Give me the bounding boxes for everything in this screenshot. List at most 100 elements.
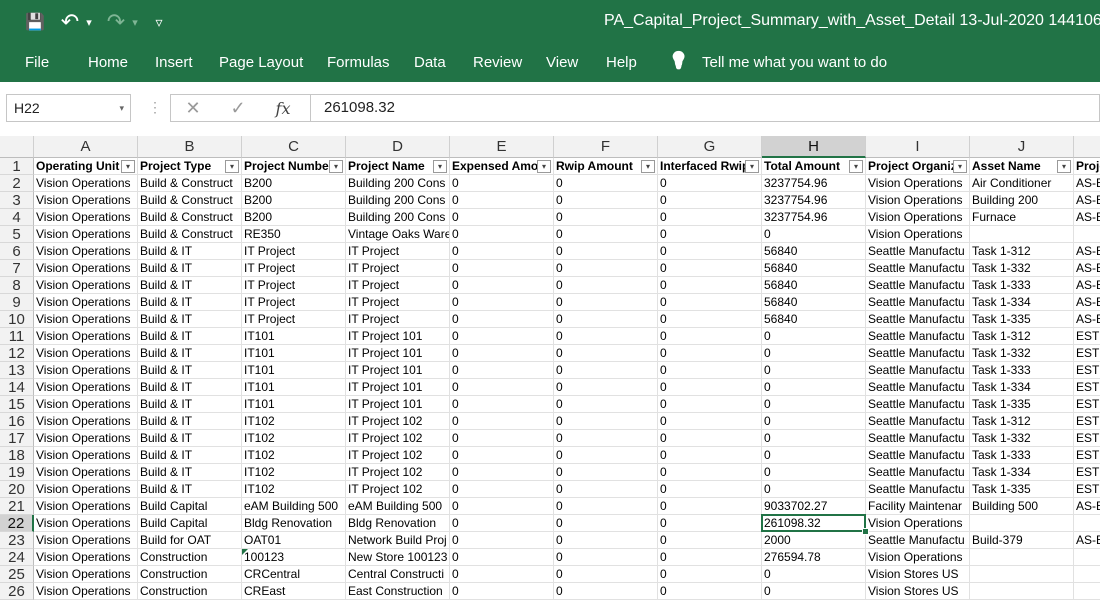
name-box[interactable]: H22 ▾ — [6, 94, 131, 122]
table-cell[interactable]: 56840 — [762, 294, 866, 311]
table-cell[interactable]: 0 — [658, 413, 762, 430]
tab-formulas[interactable]: Formulas — [327, 54, 390, 71]
table-cell[interactable]: 0 — [554, 294, 658, 311]
filter-dropdown-icon[interactable]: ▾ — [1057, 160, 1071, 173]
row-header[interactable]: 4 — [0, 209, 34, 226]
table-cell[interactable]: 0 — [450, 532, 554, 549]
table-cell[interactable]: IT101 — [242, 345, 346, 362]
table-cell[interactable]: 0 — [554, 396, 658, 413]
table-cell[interactable]: Build & IT — [138, 277, 242, 294]
table-cell[interactable]: Vision Operations — [34, 260, 138, 277]
table-cell[interactable]: Task 1-333 — [970, 447, 1074, 464]
table-cell[interactable]: Seattle Manufactu — [866, 464, 970, 481]
table-cell[interactable]: AS-B — [1074, 498, 1100, 515]
table-cell[interactable]: AS-B — [1074, 192, 1100, 209]
table-cell[interactable]: ESTI — [1074, 328, 1100, 345]
row-header[interactable]: 12 — [0, 345, 34, 362]
table-cell[interactable]: Building 200 Cons — [346, 192, 450, 209]
row-header[interactable]: 20 — [0, 481, 34, 498]
table-cell[interactable]: 0 — [762, 226, 866, 243]
table-cell[interactable]: IT101 — [242, 362, 346, 379]
table-cell[interactable]: Vision Operations — [34, 566, 138, 583]
table-cell[interactable]: Seattle Manufactu — [866, 532, 970, 549]
table-cell[interactable]: Task 1-333 — [970, 362, 1074, 379]
table-cell[interactable]: Vision Operations — [34, 481, 138, 498]
table-cell[interactable]: Vision Stores US — [866, 583, 970, 600]
table-cell[interactable]: 0 — [450, 430, 554, 447]
table-cell[interactable]: Build & IT — [138, 260, 242, 277]
table-cell[interactable]: 0 — [450, 549, 554, 566]
filter-dropdown-icon[interactable]: ▾ — [121, 160, 135, 173]
table-cell[interactable]: 0 — [554, 498, 658, 515]
table-cell[interactable]: 0 — [658, 532, 762, 549]
table-cell[interactable]: ESTI — [1074, 413, 1100, 430]
table-cell[interactable]: 56840 — [762, 260, 866, 277]
table-cell[interactable]: IT Project 102 — [346, 481, 450, 498]
table-cell[interactable]: 0 — [762, 328, 866, 345]
table-cell[interactable]: Construction — [138, 549, 242, 566]
table-cell[interactable]: 0 — [554, 345, 658, 362]
table-cell[interactable] — [1074, 226, 1100, 243]
table-cell[interactable]: IT102 — [242, 447, 346, 464]
table-cell[interactable]: Central Constructi — [346, 566, 450, 583]
filter-dropdown-icon[interactable]: ▾ — [953, 160, 967, 173]
select-all-corner[interactable] — [0, 136, 34, 158]
table-cell[interactable] — [1074, 549, 1100, 566]
table-cell[interactable]: 0 — [554, 260, 658, 277]
table-cell[interactable]: Vision Operations — [866, 226, 970, 243]
table-cell[interactable] — [1074, 515, 1100, 532]
table-cell[interactable]: 0 — [554, 549, 658, 566]
table-cell[interactable]: 0 — [762, 345, 866, 362]
table-cell[interactable]: Building 200 — [970, 192, 1074, 209]
table-cell[interactable]: 0 — [450, 243, 554, 260]
table-cell[interactable]: AS-B — [1074, 175, 1100, 192]
row-header[interactable]: 16 — [0, 413, 34, 430]
table-cell[interactable]: Build for OAT — [138, 532, 242, 549]
undo-icon[interactable]: ↶ — [58, 9, 82, 34]
table-cell[interactable]: Seattle Manufactu — [866, 260, 970, 277]
table-cell[interactable]: IT Project — [346, 260, 450, 277]
column-header[interactable]: F — [554, 136, 658, 158]
error-indicator-icon[interactable] — [242, 549, 248, 555]
table-cell[interactable]: Vision Operations — [34, 413, 138, 430]
table-cell[interactable]: AS-B — [1074, 294, 1100, 311]
table-cell[interactable]: 0 — [450, 192, 554, 209]
row-header[interactable]: 9 — [0, 294, 34, 311]
table-cell[interactable]: Task 1-332 — [970, 260, 1074, 277]
table-cell[interactable]: ESTI — [1074, 345, 1100, 362]
table-cell[interactable]: 0 — [762, 566, 866, 583]
table-cell[interactable]: Task 1-312 — [970, 328, 1074, 345]
table-cell[interactable]: Vision Operations — [866, 515, 970, 532]
table-cell[interactable]: 0 — [450, 328, 554, 345]
table-cell[interactable]: Vision Operations — [34, 294, 138, 311]
table-cell[interactable]: OAT01 — [242, 532, 346, 549]
table-cell[interactable]: 0 — [762, 447, 866, 464]
row-header[interactable]: 8 — [0, 277, 34, 294]
table-cell[interactable]: Seattle Manufactu — [866, 345, 970, 362]
table-cell[interactable]: 0 — [450, 481, 554, 498]
row-header[interactable]: 10 — [0, 311, 34, 328]
table-cell[interactable]: eAM Building 500 — [242, 498, 346, 515]
filter-dropdown-icon[interactable]: ▾ — [849, 160, 863, 173]
tell-me-search[interactable]: Tell me what you want to do — [702, 54, 887, 71]
table-cell[interactable]: Task 1-333 — [970, 277, 1074, 294]
table-cell[interactable]: AS-B — [1074, 209, 1100, 226]
filter-dropdown-icon[interactable]: ▾ — [537, 160, 551, 173]
table-cell[interactable]: Construction — [138, 583, 242, 600]
tab-view[interactable]: View — [546, 54, 578, 71]
table-cell[interactable]: Vintage Oaks Ware — [346, 226, 450, 243]
table-cell[interactable]: Vision Operations — [866, 192, 970, 209]
table-cell[interactable]: Bldg Renovation — [346, 515, 450, 532]
tab-home[interactable]: Home — [88, 54, 128, 71]
table-cell[interactable] — [970, 226, 1074, 243]
table-cell[interactable]: Task 1-334 — [970, 379, 1074, 396]
table-cell[interactable]: Build & IT — [138, 345, 242, 362]
table-cell[interactable]: B200 — [242, 175, 346, 192]
column-header[interactable]: G — [658, 136, 762, 158]
table-cell[interactable]: Task 1-332 — [970, 430, 1074, 447]
table-cell[interactable]: eAM Building 500 — [346, 498, 450, 515]
table-cell[interactable]: 3237754.96 — [762, 175, 866, 192]
table-cell[interactable]: IT102 — [242, 464, 346, 481]
column-title-cell[interactable]: Proje — [1074, 158, 1100, 175]
table-cell[interactable]: 0 — [450, 311, 554, 328]
